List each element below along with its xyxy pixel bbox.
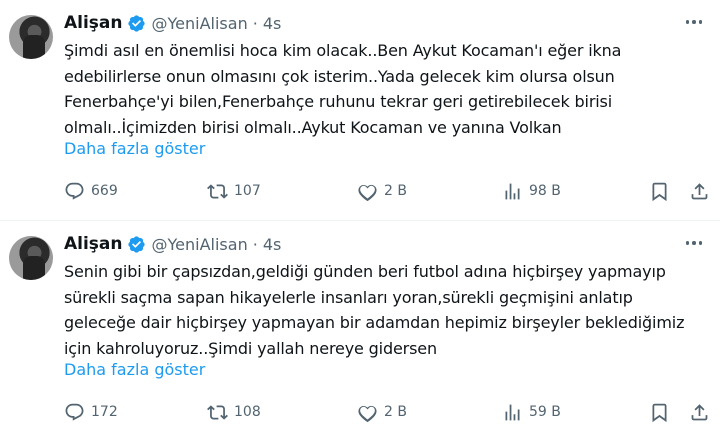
tweet[interactable]: Alişan @YeniAlisan · 4s Senin gibi bir ç…	[0, 221, 720, 442]
bookmark-icon	[652, 403, 667, 422]
repost-icon	[207, 183, 228, 199]
action-bar: 172 108 2 B 59 B	[64, 401, 708, 423]
tweet-text: Senin gibi bir çapsızdan,geldiği günden …	[64, 262, 685, 358]
share-button[interactable]	[689, 180, 710, 202]
tweet-header: Alişan @YeniAlisan · 4s	[64, 11, 281, 35]
tweet-text: Şimdi asıl en önemlisi hoca kim olacak..…	[64, 41, 622, 137]
author-name[interactable]: Alişan	[64, 234, 123, 254]
repost-icon	[207, 404, 228, 420]
show-more-link[interactable]: Daha fazla göster	[64, 139, 205, 158]
share-button[interactable]	[689, 401, 710, 423]
more-icon[interactable]	[682, 12, 706, 32]
like-icon	[358, 405, 377, 422]
repost-button[interactable]: 108	[207, 401, 261, 423]
reply-count: 669	[91, 183, 118, 199]
share-icon	[691, 403, 708, 420]
reply-count: 172	[91, 404, 118, 420]
author-handle[interactable]: @YeniAlisan	[152, 14, 248, 33]
like-icon	[358, 184, 377, 201]
bookmark-button[interactable]	[649, 180, 670, 202]
separator-dot: ·	[252, 13, 258, 33]
views-button[interactable]: 98 B	[502, 180, 561, 202]
tweet-header: Alişan @YeniAlisan · 4s	[64, 232, 281, 256]
verified-badge-icon	[127, 14, 146, 33]
timestamp[interactable]: 4s	[263, 14, 282, 33]
like-count: 2 B	[384, 404, 407, 420]
repost-count: 107	[234, 183, 261, 199]
repost-count: 108	[234, 404, 261, 420]
more-icon[interactable]	[682, 233, 706, 253]
view-count: 59 B	[529, 404, 561, 420]
view-count: 98 B	[529, 183, 561, 199]
like-count: 2 B	[384, 183, 407, 199]
reply-button[interactable]: 172	[64, 401, 118, 423]
reply-icon	[65, 182, 84, 200]
bookmark-icon	[652, 182, 667, 201]
tweet[interactable]: Alişan @YeniAlisan · 4s Şimdi asıl en ön…	[0, 0, 720, 221]
separator-dot: ·	[252, 234, 258, 254]
like-button[interactable]: 2 B	[357, 401, 407, 423]
bookmark-button[interactable]	[649, 401, 670, 423]
views-icon	[505, 404, 520, 420]
verified-badge-icon	[127, 235, 146, 254]
reply-icon	[65, 403, 84, 421]
share-icon	[691, 182, 708, 199]
repost-button[interactable]: 107	[207, 180, 261, 202]
action-bar: 669 107 2 B 98 B	[64, 180, 708, 202]
views-button[interactable]: 59 B	[502, 401, 561, 423]
avatar[interactable]	[9, 236, 53, 280]
like-button[interactable]: 2 B	[357, 180, 407, 202]
author-name[interactable]: Alişan	[64, 13, 123, 33]
views-icon	[505, 183, 520, 199]
timestamp[interactable]: 4s	[263, 235, 282, 254]
avatar[interactable]	[9, 15, 53, 59]
reply-button[interactable]: 669	[64, 180, 118, 202]
show-more-link[interactable]: Daha fazla göster	[64, 360, 205, 379]
author-handle[interactable]: @YeniAlisan	[152, 235, 248, 254]
